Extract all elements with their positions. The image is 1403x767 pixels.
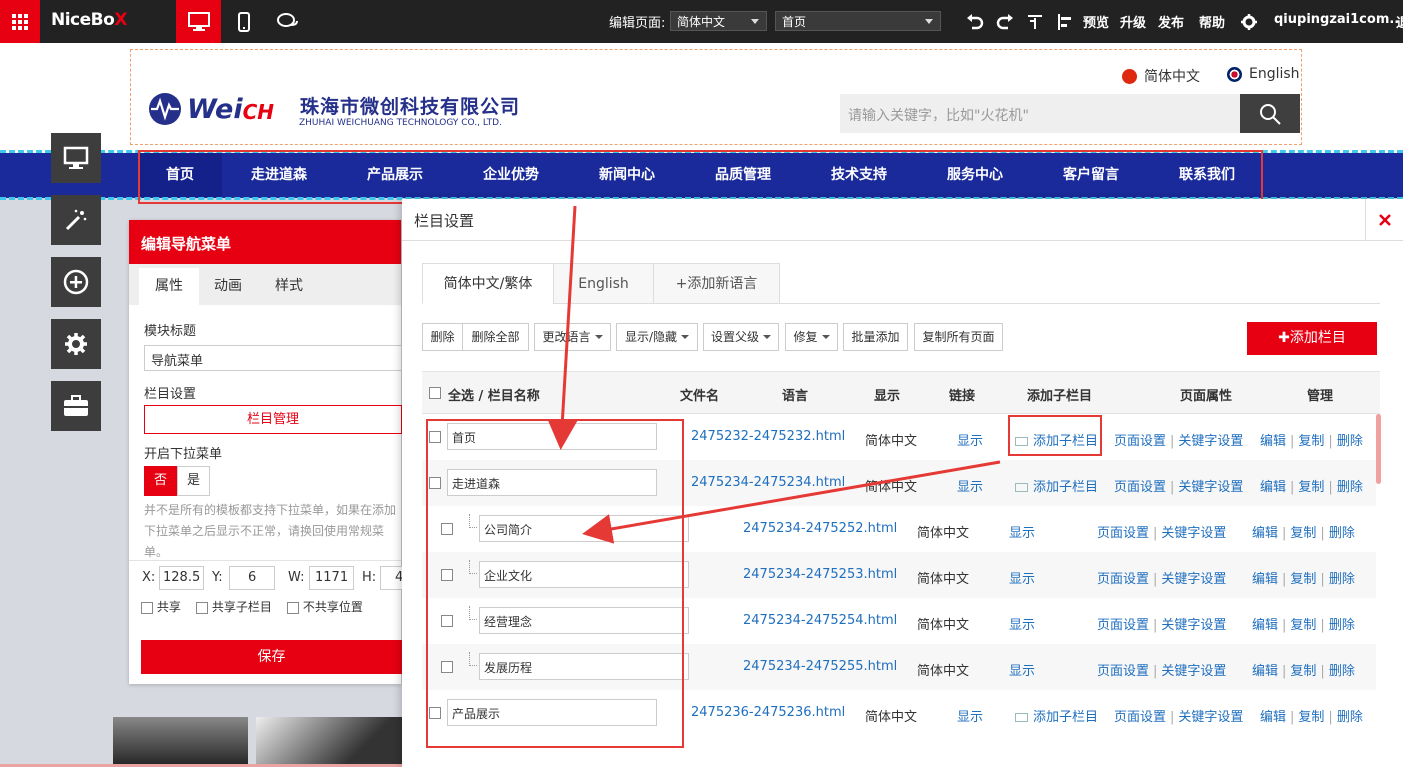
annotation-arrows [547,205,1001,544]
